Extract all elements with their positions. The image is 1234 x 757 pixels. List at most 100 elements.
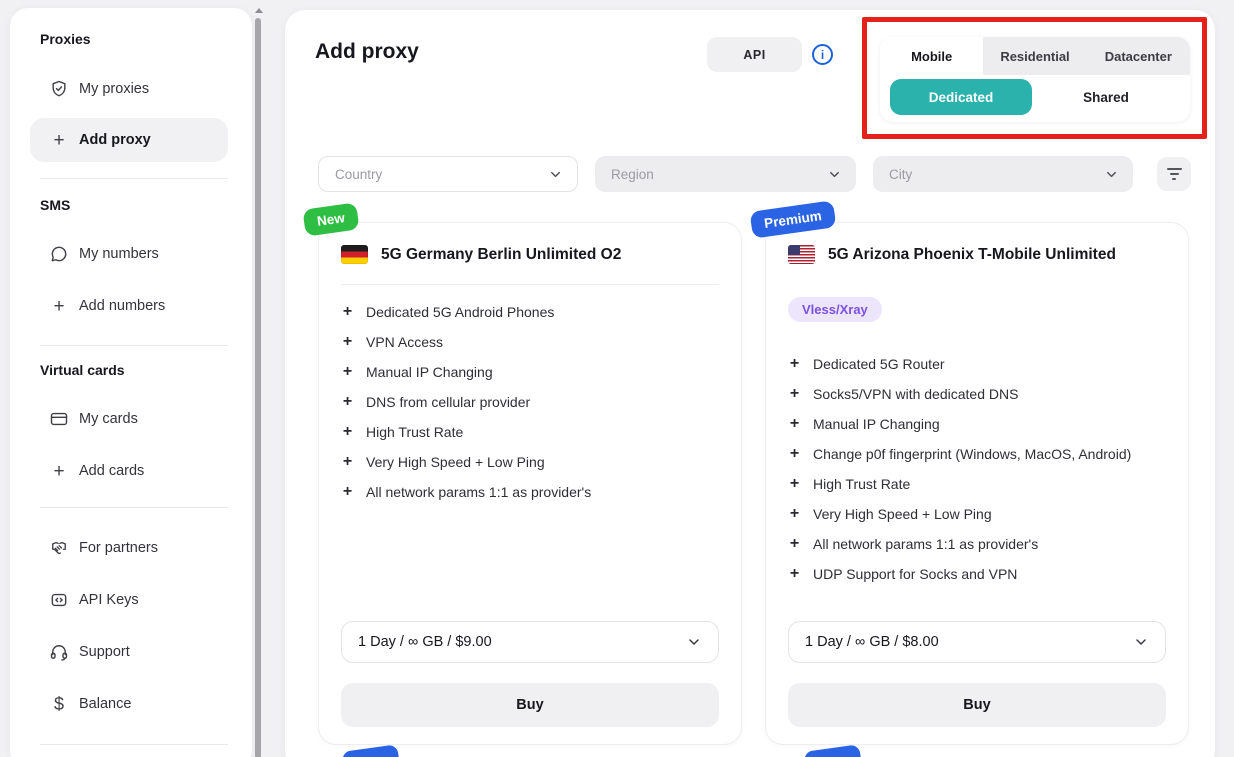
subtab-shared[interactable]: Shared xyxy=(1032,79,1180,115)
partial-badge xyxy=(341,744,400,757)
region-select[interactable]: Region xyxy=(595,156,856,192)
divider xyxy=(40,744,228,745)
country-select-placeholder: Country xyxy=(335,167,382,182)
plan-select-value: 1 Day / ∞ GB / $9.00 xyxy=(358,634,492,650)
filter-button[interactable] xyxy=(1157,157,1191,191)
feature-item: +Very High Speed + Low Ping xyxy=(788,499,1172,529)
feature-item: +DNS from cellular provider xyxy=(341,387,725,417)
feature-item: +All network params 1:1 as provider's xyxy=(341,477,725,507)
api-button[interactable]: API xyxy=(707,37,802,72)
buy-button[interactable]: Buy xyxy=(341,683,719,727)
plus-icon: + xyxy=(48,129,70,151)
plus-icon: + xyxy=(341,333,354,351)
sidebar-item-label: Balance xyxy=(79,696,131,712)
tab-bar: Mobile Residential Datacenter xyxy=(880,37,1190,75)
germany-flag xyxy=(341,245,368,264)
filter-lines-icon xyxy=(1167,168,1182,170)
plus-icon: + xyxy=(788,415,801,433)
sidebar-section-proxies: Proxies xyxy=(40,31,91,47)
premium-badge: Premium xyxy=(750,200,837,238)
sidebar-item-label: For partners xyxy=(79,540,158,556)
plus-icon: + xyxy=(341,453,354,471)
protocol-tag: Vless/Xray xyxy=(788,297,882,322)
credit-card-icon xyxy=(48,408,70,430)
plus-icon: + xyxy=(788,355,801,373)
proxy-card-arizona: Premium 5G Arizona Phoenix T-Mobile Unli… xyxy=(765,222,1189,745)
sidebar-item-api-keys[interactable]: API Keys xyxy=(30,588,228,612)
plus-icon: + xyxy=(788,475,801,493)
plus-icon: + xyxy=(341,363,354,381)
feature-item: +Socks5/VPN with dedicated DNS xyxy=(788,379,1172,409)
country-select[interactable]: Country xyxy=(318,156,578,192)
feature-list: +Dedicated 5G Router +Socks5/VPN with de… xyxy=(788,349,1172,589)
feature-item: +Very High Speed + Low Ping xyxy=(341,447,725,477)
feature-item: +Dedicated 5G Router xyxy=(788,349,1172,379)
sidebar-section-virtual-cards: Virtual cards xyxy=(40,362,125,378)
divider xyxy=(341,284,719,285)
sidebar-item-support[interactable]: Support xyxy=(30,640,228,664)
sidebar-item-label: Add proxy xyxy=(79,132,151,148)
scrollbar-up-arrow[interactable] xyxy=(255,8,263,13)
subtab-dedicated[interactable]: Dedicated xyxy=(890,79,1032,115)
code-brackets-icon xyxy=(48,589,70,611)
sidebar-item-balance[interactable]: $ Balance xyxy=(30,692,228,716)
feature-item: +Manual IP Changing xyxy=(341,357,725,387)
plan-select[interactable]: 1 Day / ∞ GB / $8.00 xyxy=(788,621,1166,663)
feature-item: +Manual IP Changing xyxy=(788,409,1172,439)
card-title: 5G Arizona Phoenix T-Mobile Unlimited xyxy=(828,246,1116,264)
sidebar-item-add-numbers[interactable]: + Add numbers xyxy=(30,294,228,318)
city-select[interactable]: City xyxy=(873,156,1133,192)
city-select-placeholder: City xyxy=(889,167,912,182)
feature-item: +High Trust Rate xyxy=(341,417,725,447)
feature-list: +Dedicated 5G Android Phones +VPN Access… xyxy=(341,297,725,507)
plus-icon: + xyxy=(341,393,354,411)
proxy-type-tabs: Mobile Residential Datacenter Dedicated … xyxy=(880,37,1190,122)
tab-mobile[interactable]: Mobile xyxy=(880,37,983,75)
sidebar-item-add-cards[interactable]: + Add cards xyxy=(30,459,228,483)
sidebar-item-label: My proxies xyxy=(79,81,149,97)
plus-icon: + xyxy=(788,445,801,463)
dollar-icon: $ xyxy=(48,693,70,715)
plus-icon: + xyxy=(788,565,801,583)
feature-item: +VPN Access xyxy=(341,327,725,357)
plan-select[interactable]: 1 Day / ∞ GB / $9.00 xyxy=(341,621,719,663)
sidebar-item-add-proxy[interactable]: + Add proxy xyxy=(30,118,228,162)
new-badge: New xyxy=(302,202,359,236)
subtab-bar: Dedicated Shared xyxy=(880,75,1190,122)
sidebar-item-label: My cards xyxy=(79,411,138,427)
usa-flag xyxy=(788,245,815,264)
sidebar-scrollbar[interactable] xyxy=(254,2,262,757)
chevron-down-icon xyxy=(827,167,842,182)
sidebar-item-for-partners[interactable]: For partners xyxy=(30,536,228,560)
tab-residential[interactable]: Residential xyxy=(983,37,1086,75)
scrollbar-thumb[interactable] xyxy=(255,18,261,757)
feature-item: +All network params 1:1 as provider's xyxy=(788,529,1172,559)
divider xyxy=(40,507,228,508)
shield-check-icon xyxy=(48,78,70,100)
sidebar-item-my-cards[interactable]: My cards xyxy=(30,407,228,431)
app-screen: Proxies My proxies + Add proxy SMS My nu… xyxy=(0,0,1234,757)
plus-icon: + xyxy=(788,505,801,523)
plan-select-value: 1 Day / ∞ GB / $8.00 xyxy=(805,634,939,650)
plus-icon: + xyxy=(788,385,801,403)
sidebar-item-label: Add cards xyxy=(79,463,144,479)
sidebar-item-my-proxies[interactable]: My proxies xyxy=(30,77,228,101)
buy-button[interactable]: Buy xyxy=(788,683,1166,727)
sidebar-item-my-numbers[interactable]: My numbers xyxy=(30,242,228,266)
sidebar: Proxies My proxies + Add proxy SMS My nu… xyxy=(10,8,252,757)
card-header: 5G Germany Berlin Unlimited O2 xyxy=(341,245,621,264)
divider xyxy=(40,178,228,179)
chevron-down-icon xyxy=(548,167,563,182)
feature-item: +UDP Support for Socks and VPN xyxy=(788,559,1172,589)
handshake-icon xyxy=(48,537,70,559)
info-icon[interactable]: i xyxy=(812,44,833,65)
tab-datacenter[interactable]: Datacenter xyxy=(1087,37,1190,75)
chevron-down-icon xyxy=(1133,634,1149,650)
sidebar-item-label: My numbers xyxy=(79,246,159,262)
plus-icon: + xyxy=(341,303,354,321)
region-select-placeholder: Region xyxy=(611,167,654,182)
chat-bubble-icon xyxy=(48,243,70,265)
plus-icon: + xyxy=(341,423,354,441)
plus-icon: + xyxy=(48,460,70,482)
feature-item: +High Trust Rate xyxy=(788,469,1172,499)
